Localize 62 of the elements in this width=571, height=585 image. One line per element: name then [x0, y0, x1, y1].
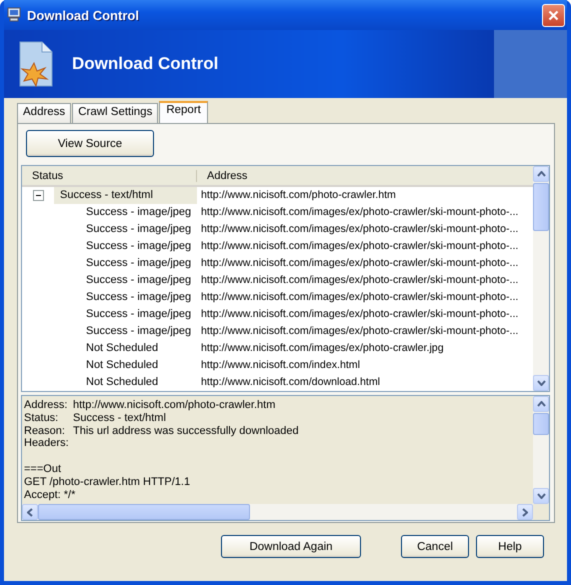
- address-cell-text: http://www.nicisoft.com/images/ex/photo-crawler/ski-mount-photo-...: [200, 307, 518, 322]
- document-star-icon: [18, 41, 54, 87]
- address-cell-text: http://www.nicisoft.com/images/ex/photo-crawler/ski-mount-photo-...: [200, 273, 518, 288]
- status-cell[interactable]: Success - image/jpeg: [70, 306, 197, 323]
- address-cell-text: http://www.nicisoft.com/download.html: [200, 375, 380, 390]
- scroll-left-button[interactable]: [22, 504, 38, 520]
- window-title: Download Control: [27, 8, 140, 22]
- status-cell[interactable]: Success - image/jpeg: [70, 323, 197, 340]
- scroll-up-button[interactable]: [533, 166, 549, 182]
- tab[interactable]: Address: [17, 103, 72, 123]
- vertical-scrollbar[interactable]: [533, 396, 549, 504]
- address-cell-text: http://www.nicisoft.com/images/ex/photo-crawler.jpg: [200, 341, 444, 356]
- scroll-thumb[interactable]: [533, 413, 549, 435]
- help-button[interactable]: Help: [476, 535, 544, 558]
- collapse-icon[interactable]: [32, 190, 44, 201]
- address-cell-text: http://www.nicisoft.com/images/ex/photo-crawler/ski-mount-photo-...: [200, 256, 518, 271]
- scroll-right-button[interactable]: [517, 504, 533, 520]
- status-cell[interactable]: Success - image/jpeg: [70, 238, 197, 255]
- tab[interactable]: Crawl Settings: [72, 103, 158, 123]
- status-cell[interactable]: Not Scheduled: [70, 357, 197, 374]
- detail-value: http://www.nicisoft.com/photo-crawler.htm: [73, 399, 276, 412]
- horizontal-scrollbar[interactable]: [22, 504, 533, 520]
- scroll-thumb[interactable]: [38, 504, 250, 520]
- detail-value: Success - text/html: [73, 412, 166, 425]
- status-cell[interactable]: Not Scheduled: [70, 340, 197, 357]
- scroll-down-button[interactable]: [533, 375, 549, 391]
- tab[interactable]: Report: [159, 101, 208, 123]
- address-cell-text: http://www.nicisoft.com/images/ex/photo-crawler/ski-mount-photo-...: [200, 205, 518, 220]
- detail-line: GET /photo-crawler.htm HTTP/1.1: [24, 476, 192, 489]
- detail-value: This url address was successfully downloaded: [73, 424, 299, 438]
- address-cell-text: http://www.nicisoft.com/images/ex/photo-crawler/ski-mount-photo-...: [200, 324, 518, 339]
- column-header[interactable]: Status: [22, 170, 197, 182]
- detail-label: Headers:: [24, 437, 70, 450]
- detail-label: Reason:: [24, 424, 66, 438]
- address-cell-text: http://www.nicisoft.com/images/ex/photo-crawler/ski-mount-photo-...: [200, 222, 518, 237]
- status-cell[interactable]: Success - text/html: [54, 187, 197, 204]
- status-cell[interactable]: Success - image/jpeg: [70, 204, 197, 221]
- scroll-up-button[interactable]: [533, 396, 549, 412]
- banner-title: Download Control: [72, 54, 218, 74]
- close-button[interactable]: [542, 4, 565, 26]
- column-header[interactable]: Address: [197, 170, 248, 182]
- address-cell-text: http://www.nicisoft.com/images/ex/photo-crawler/ski-mount-photo-...: [200, 290, 518, 305]
- close-icon: [548, 10, 559, 20]
- address-cell-text: http://www.nicisoft.com/images/ex/photo-crawler/ski-mount-photo-...: [200, 239, 518, 254]
- detail-line: ===Out: [24, 462, 62, 476]
- cancel-button[interactable]: Cancel: [401, 535, 469, 558]
- scroll-thumb[interactable]: [533, 183, 549, 231]
- computer-icon: [6, 7, 22, 23]
- address-cell-text: http://www.nicisoft.com/index.html: [200, 358, 360, 373]
- status-cell[interactable]: Success - image/jpeg: [70, 272, 197, 289]
- status-cell[interactable]: Success - image/jpeg: [70, 255, 197, 272]
- detail-label: Status:: [24, 412, 60, 425]
- status-cell[interactable]: Not Scheduled: [70, 374, 197, 391]
- scroll-down-button[interactable]: [533, 488, 549, 504]
- view-source-button[interactable]: View Source: [26, 130, 154, 157]
- detail-label: Address:: [24, 399, 68, 412]
- status-cell[interactable]: Success - image/jpeg: [70, 289, 197, 306]
- address-cell-text: http://www.nicisoft.com/photo-crawler.htm: [200, 188, 396, 203]
- status-cell[interactable]: Success - image/jpeg: [70, 221, 197, 238]
- download-again-button[interactable]: Download Again: [221, 535, 361, 558]
- detail-line: Accept: */*: [24, 488, 76, 502]
- vertical-scrollbar[interactable]: [533, 166, 549, 391]
